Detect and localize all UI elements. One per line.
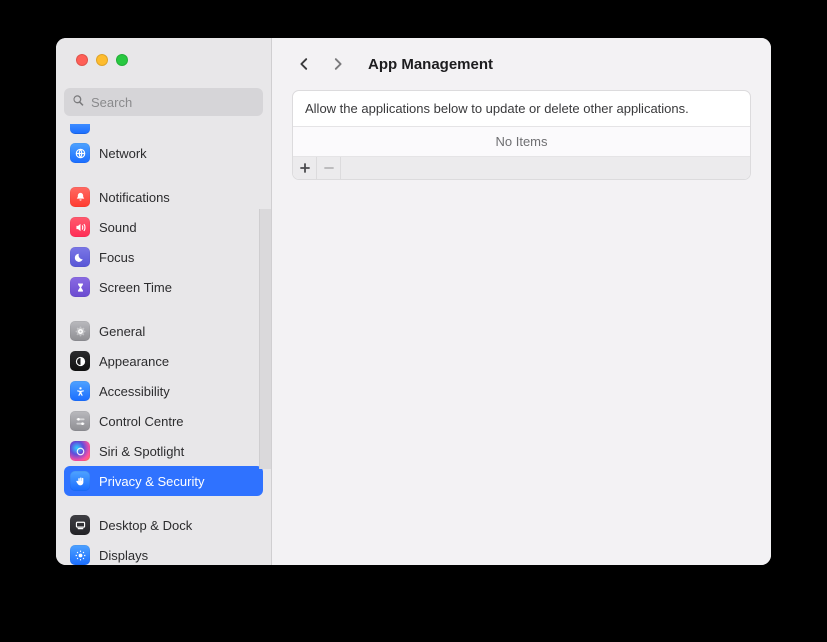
speaker-icon [70,217,90,237]
close-window-button[interactable] [76,54,88,66]
appearance-icon [70,351,90,371]
sidebar-item-label: Focus [99,250,134,265]
bell-icon [70,187,90,207]
moon-icon [70,247,90,267]
sidebar-item-label: Appearance [99,354,169,369]
sidebar-item-accessibility[interactable]: Accessibility [64,376,263,406]
search-icon [72,94,85,110]
window-controls [56,38,271,82]
sidebar-item-appearance[interactable]: Appearance [64,346,263,376]
sidebar-item-focus[interactable]: Focus [64,242,263,272]
remove-button[interactable] [317,157,341,179]
forward-button[interactable] [326,52,350,76]
sidebar-item-displays[interactable]: Displays [64,540,263,565]
accessibility-icon [70,381,90,401]
sidebar-item-label: Network [99,146,147,161]
settings-window: Network Notifications Sound Focus [56,38,771,565]
sliders-icon [70,411,90,431]
sidebar-item-label: Privacy & Security [99,474,204,489]
dock-icon [70,515,90,535]
globe-icon [70,143,90,163]
sidebar-scrollbar[interactable] [259,209,271,469]
sidebar-item-notifications[interactable]: Notifications [64,182,263,212]
main-content: App Management Allow the applications be… [272,38,771,565]
app-list-panel: Allow the applications below to update o… [292,90,751,180]
search-input[interactable] [91,95,255,110]
gear-icon [70,321,90,341]
sidebar: Network Notifications Sound Focus [56,38,272,565]
sidebar-item-control-centre[interactable]: Control Centre [64,406,263,436]
sidebar-list[interactable]: Network Notifications Sound Focus [56,124,271,565]
sidebar-item-label: General [99,324,145,339]
brightness-icon [70,545,90,565]
sidebar-item-general[interactable]: General [64,316,263,346]
siri-icon [70,441,90,461]
panel-footer [293,157,750,179]
page-title: App Management [368,56,493,73]
sidebar-item-label: Sound [99,220,137,235]
sidebar-item-label: Siri & Spotlight [99,444,184,459]
panel-description: Allow the applications below to update o… [293,91,750,127]
sidebar-item-label: Accessibility [99,384,170,399]
sidebar-item-desktop-dock[interactable]: Desktop & Dock [64,510,263,540]
hand-icon [70,471,90,491]
sidebar-item-privacy-security[interactable]: Privacy & Security [64,466,263,496]
sidebar-item-hidden-prev[interactable] [64,124,263,134]
back-button[interactable] [292,52,316,76]
sidebar-item-siri-spotlight[interactable]: Siri & Spotlight [64,436,263,466]
minimize-window-button[interactable] [96,54,108,66]
sidebar-item-label: Control Centre [99,414,184,429]
sidebar-item-network[interactable]: Network [64,138,263,168]
add-button[interactable] [293,157,317,179]
search-field[interactable] [64,88,263,116]
sidebar-item-screen-time[interactable]: Screen Time [64,272,263,302]
sidebar-item-sound[interactable]: Sound [64,212,263,242]
sidebar-item-label: Desktop & Dock [99,518,192,533]
empty-state-text: No Items [293,127,750,157]
main-header: App Management [272,38,771,90]
sidebar-item-label: Displays [99,548,148,563]
zoom-window-button[interactable] [116,54,128,66]
hourglass-icon [70,277,90,297]
sidebar-item-label: Screen Time [99,280,172,295]
sidebar-item-label: Notifications [99,190,170,205]
